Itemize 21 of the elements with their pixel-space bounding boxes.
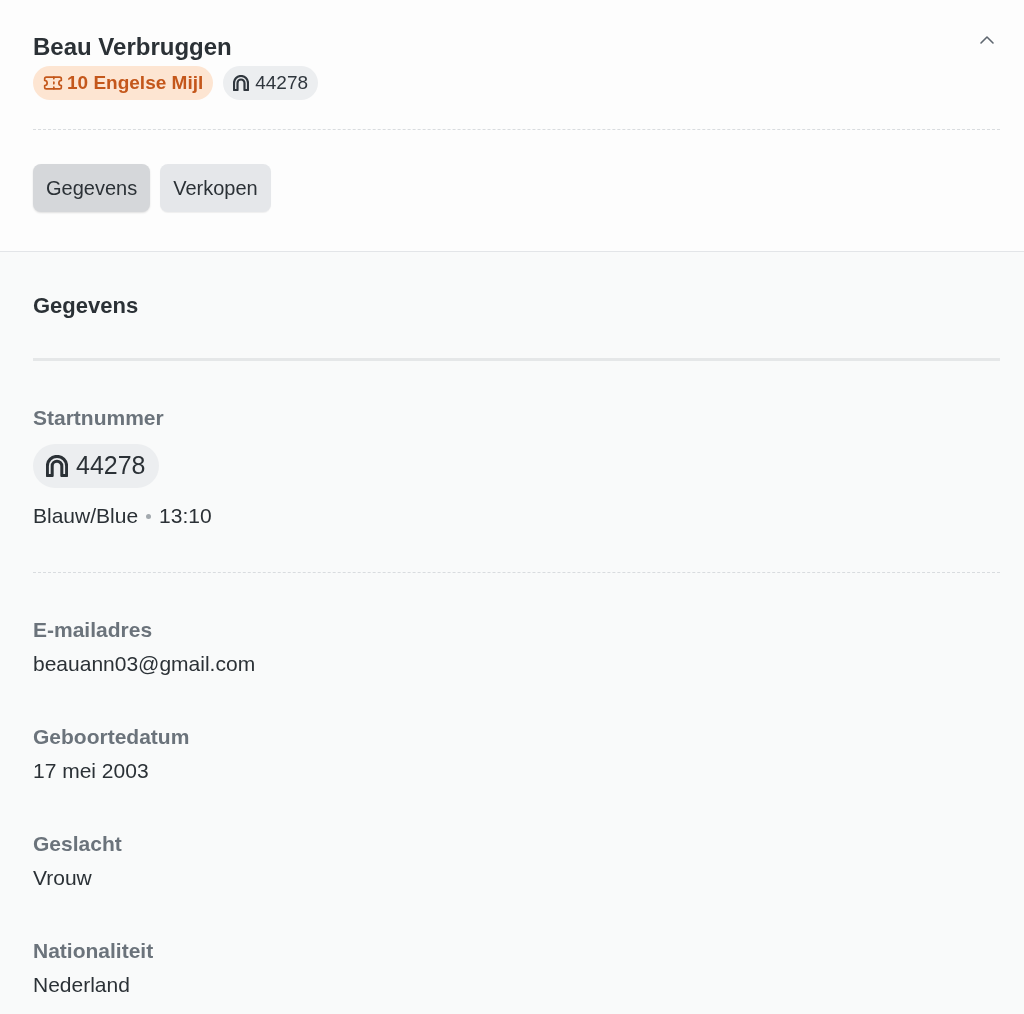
field-value: Nederland [33, 972, 131, 998]
field-value: 17 mei 2003 [33, 758, 150, 784]
field-label: E-mailadres [33, 617, 154, 643]
person-name: Beau Verbruggen [33, 32, 233, 62]
section-title: Gegevens [33, 292, 140, 320]
field-label: Geslacht [33, 831, 123, 857]
bib-number-badge: 44278 [223, 66, 319, 100]
field-label: Nationaliteit [33, 938, 155, 964]
arch-icon [46, 455, 68, 477]
distance-badge: 10 Engelse Mijl [33, 66, 214, 100]
arch-icon [233, 75, 250, 91]
tab[interactable]: Verkopen [160, 164, 271, 212]
tab[interactable]: Gegevens [33, 164, 151, 212]
bib-number-badge: 44278 [33, 444, 159, 488]
field-label: Startnummer [33, 405, 165, 431]
field-value: Vrouw [33, 865, 93, 891]
ticket-icon [43, 73, 63, 93]
start-time: 13:10 [159, 503, 212, 529]
field-value: beauann03@gmail.com [33, 651, 257, 677]
wave-name: Blauw/Blue [33, 503, 139, 529]
field-label: Geboortedatum [33, 724, 191, 750]
